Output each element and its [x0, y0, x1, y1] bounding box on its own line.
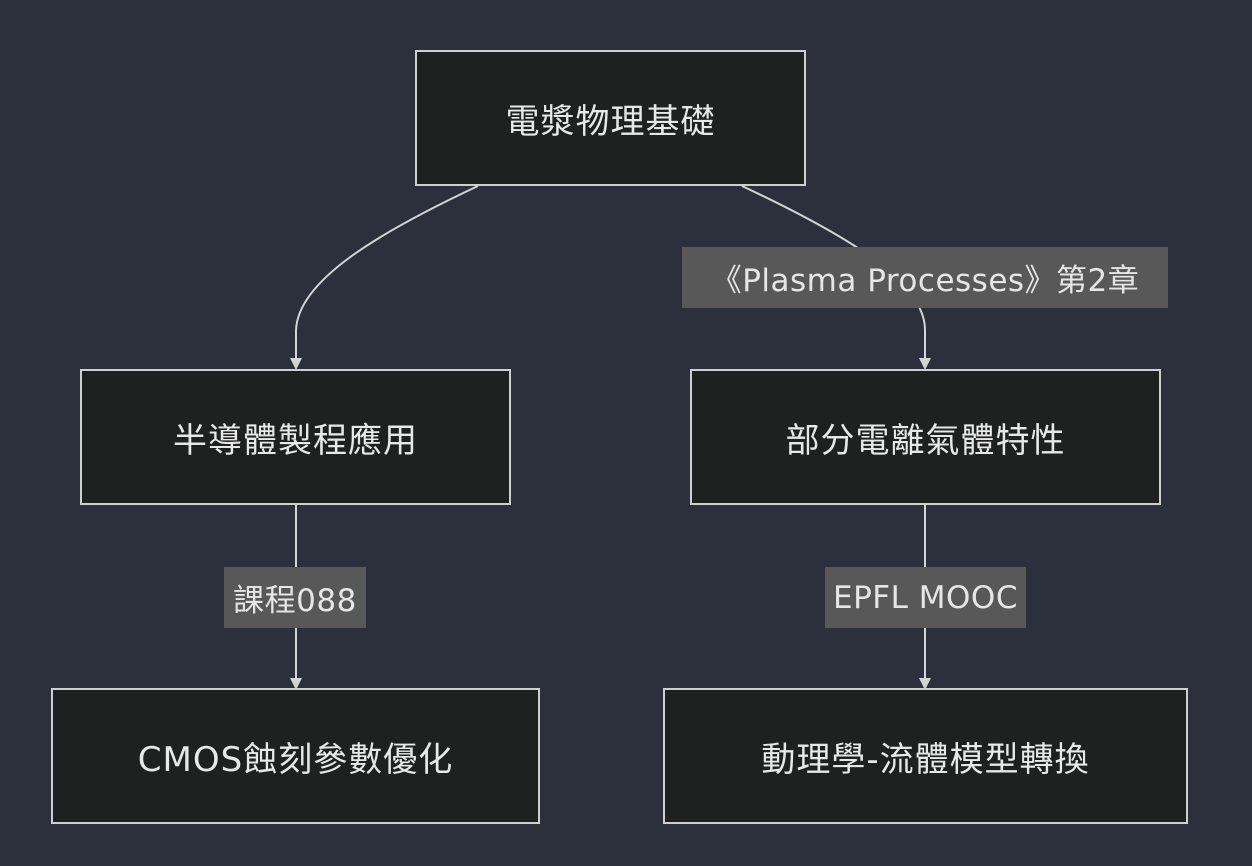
- edge-label-course-088: 課程088: [224, 567, 366, 628]
- edge-label-plasma-processes-book: 《Plasma Processes》第2章: [682, 247, 1168, 308]
- node-plasma-physics-basics[interactable]: 電漿物理基礎: [415, 50, 806, 186]
- node-semiconductor-process-application[interactable]: 半導體製程應用: [80, 369, 511, 505]
- node-label: CMOS蝕刻參數優化: [137, 739, 454, 780]
- node-label: 部分電離氣體特性: [785, 420, 1066, 461]
- edge-root-to-semi: [290, 185, 479, 370]
- edge-label-text: EPFL MOOC: [833, 579, 1018, 616]
- node-label: 半導體製程應用: [173, 420, 418, 461]
- node-kinetic-fluid-model-transition[interactable]: 動理學-流體模型轉換: [663, 688, 1188, 824]
- edge-label-text: 課程088: [233, 583, 357, 619]
- node-label: 動理學-流體模型轉換: [761, 739, 1090, 780]
- edge-label-epfl-mooc: EPFL MOOC: [825, 567, 1026, 628]
- flowchart-canvas: 電漿物理基礎 半導體製程應用 部分電離氣體特性 CMOS蝕刻參數優化 動理學-流…: [0, 0, 1252, 866]
- edge-label-text: 《Plasma Processes》第2章: [710, 263, 1140, 299]
- node-label: 電漿物理基礎: [505, 101, 716, 142]
- node-partially-ionized-gas-properties[interactable]: 部分電離氣體特性: [690, 369, 1161, 505]
- node-cmos-etch-parameter-optimization[interactable]: CMOS蝕刻參數優化: [51, 688, 540, 824]
